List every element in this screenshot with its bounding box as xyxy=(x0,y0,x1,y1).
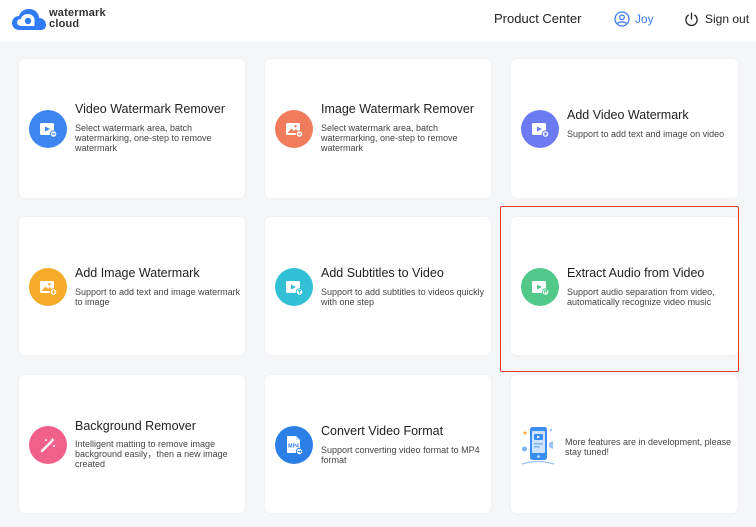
user-name: Joy xyxy=(635,12,654,26)
add-subtitles-card[interactable]: Add Subtitles to Video Support to add su… xyxy=(265,217,491,355)
power-icon xyxy=(685,11,698,26)
image-watermark-remover-card[interactable]: Image Watermark Remover Select watermark… xyxy=(265,59,491,198)
background-remover-card[interactable]: Background Remover Intelligent matting t… xyxy=(19,375,245,513)
product-center-link[interactable]: Product Center xyxy=(494,11,581,26)
image-remove-icon xyxy=(275,110,313,148)
card-description: Support to add subtitles to videos quick… xyxy=(321,287,485,307)
card-description: Select watermark area, batch watermarkin… xyxy=(321,123,458,153)
audio-extract-icon xyxy=(521,268,559,306)
subtitles-icon xyxy=(275,268,313,306)
card-description: Intelligent matting to remove image back… xyxy=(75,439,228,469)
video-watermark-remover-card[interactable]: Video Watermark Remover Select watermark… xyxy=(19,59,245,198)
card-title: Background Remover xyxy=(75,419,196,433)
add-image-watermark-card[interactable]: Add Image Watermark Support to add text … xyxy=(19,217,245,355)
card-description: Support audio separation from video, aut… xyxy=(567,287,715,307)
card-description: Support to add text and image on video xyxy=(567,129,725,139)
video-add-icon xyxy=(521,110,559,148)
phone-illustration-icon xyxy=(521,423,555,467)
add-video-watermark-card[interactable]: Add Video Watermark Support to add text … xyxy=(511,59,738,198)
sign-out-label: Sign out xyxy=(705,12,750,26)
image-add-icon xyxy=(29,268,67,306)
card-description: Support to add text and image watermark … xyxy=(75,287,241,307)
more-features-text: More features are in development, please… xyxy=(565,437,732,457)
top-header: watermark cloud Product Center Joy Sign … xyxy=(0,0,756,42)
card-title: Add Image Watermark xyxy=(75,266,200,280)
sign-out-button[interactable]: Sign out xyxy=(684,9,749,29)
logo-wordmark: watermark cloud xyxy=(49,7,106,30)
user-account-link[interactable]: Joy xyxy=(614,9,654,29)
card-title: Video Watermark Remover xyxy=(75,102,226,116)
more-features-card: More features are in development, please… xyxy=(511,375,738,513)
app-logo[interactable]: watermark cloud xyxy=(11,6,121,36)
card-description: Support converting video format to MP4 f… xyxy=(321,445,480,465)
card-title: Add Video Watermark xyxy=(567,108,689,122)
magic-wand-icon xyxy=(29,426,67,464)
card-title: Add Subtitles to Video xyxy=(321,266,444,280)
card-description: Select watermark area, batch watermarkin… xyxy=(75,123,212,153)
video-remove-icon xyxy=(29,110,67,148)
convert-video-format-card[interactable]: MP4 Convert Video Format Support convert… xyxy=(265,375,491,513)
extract-audio-card[interactable]: Extract Audio from Video Support audio s… xyxy=(511,217,738,355)
cloud-logo-icon xyxy=(12,9,46,30)
card-title: Image Watermark Remover xyxy=(321,102,475,116)
card-title: Extract Audio from Video xyxy=(567,266,705,280)
card-title: Convert Video Format xyxy=(321,424,444,438)
user-icon xyxy=(614,11,630,27)
mp4-file-icon: MP4 xyxy=(275,426,313,464)
